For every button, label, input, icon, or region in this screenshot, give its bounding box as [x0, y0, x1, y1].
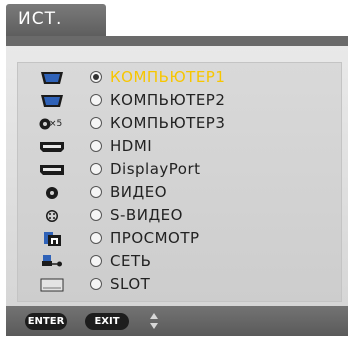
displayport-icon: [40, 165, 64, 175]
radio-button[interactable]: [90, 117, 102, 129]
input-label: HDMI: [110, 137, 153, 155]
menu-title: ИСТ.: [18, 9, 63, 29]
rca-video-icon: [46, 187, 58, 199]
menu-title-tab: ИСТ.: [6, 4, 106, 36]
input-label: КОМПЬЮТЕР2: [110, 91, 226, 109]
input-item-computer3[interactable]: ×5 КОМПЬЮТЕР3: [18, 113, 341, 134]
network-icon: [42, 255, 62, 267]
vga-port-icon: [41, 95, 63, 107]
input-label: DisplayPort: [110, 160, 201, 178]
radio-button[interactable]: [90, 163, 102, 175]
radio-button[interactable]: [90, 232, 102, 244]
input-item-displayport[interactable]: DisplayPort: [18, 159, 341, 180]
s-video-icon: [46, 210, 58, 222]
input-menu: ИСТ. КОМПЬЮТЕР1 КОМПЬЮТЕР2 ×5 КОМПЬЮТЕР3…: [6, 4, 348, 336]
slot-icon: [40, 278, 64, 292]
input-item-viewer[interactable]: ПРОСМОТР: [18, 228, 341, 249]
hdmi-port-icon: [40, 142, 64, 152]
radio-button[interactable]: [90, 278, 102, 290]
input-label: КОМПЬЮТЕР1: [110, 68, 226, 86]
input-label: СЕТЬ: [110, 252, 152, 270]
exit-button[interactable]: EXIT: [85, 313, 129, 330]
input-item-computer1[interactable]: КОМПЬЮТЕР1: [18, 67, 341, 88]
title-strip: [6, 36, 348, 46]
viewer-icon: [44, 232, 61, 246]
input-item-video[interactable]: ВИДЕО: [18, 182, 341, 203]
vga-port-icon: [41, 72, 63, 84]
radio-button[interactable]: [90, 71, 102, 83]
enter-button[interactable]: ENTER: [25, 313, 67, 330]
menu-footer: ENTER EXIT: [6, 306, 348, 336]
input-item-hdmi[interactable]: HDMI: [18, 136, 341, 157]
input-list: КОМПЬЮТЕР1 КОМПЬЮТЕР2 ×5 КОМПЬЮТЕР3 HDMI…: [17, 62, 342, 302]
input-item-s-video[interactable]: S-ВИДЕО: [18, 205, 341, 226]
radio-button[interactable]: [90, 94, 102, 106]
menu-panel: КОМПЬЮТЕР1 КОМПЬЮТЕР2 ×5 КОМПЬЮТЕР3 HDMI…: [6, 46, 348, 306]
input-label: КОМПЬЮТЕР3: [110, 114, 226, 132]
input-label: SLOT: [110, 275, 151, 293]
input-item-slot[interactable]: SLOT: [18, 274, 341, 295]
radio-button[interactable]: [90, 209, 102, 221]
input-item-computer2[interactable]: КОМПЬЮТЕР2: [18, 90, 341, 111]
input-label: ПРОСМОТР: [110, 229, 200, 247]
radio-button[interactable]: [90, 140, 102, 152]
input-item-network[interactable]: СЕТЬ: [18, 251, 341, 272]
up-down-arrows-icon: [150, 313, 158, 329]
bnc-count-text: ×5: [49, 119, 63, 129]
input-label: S-ВИДЕО: [110, 206, 183, 224]
radio-button[interactable]: [90, 255, 102, 267]
radio-button[interactable]: [90, 186, 102, 198]
input-label: ВИДЕО: [110, 183, 168, 201]
